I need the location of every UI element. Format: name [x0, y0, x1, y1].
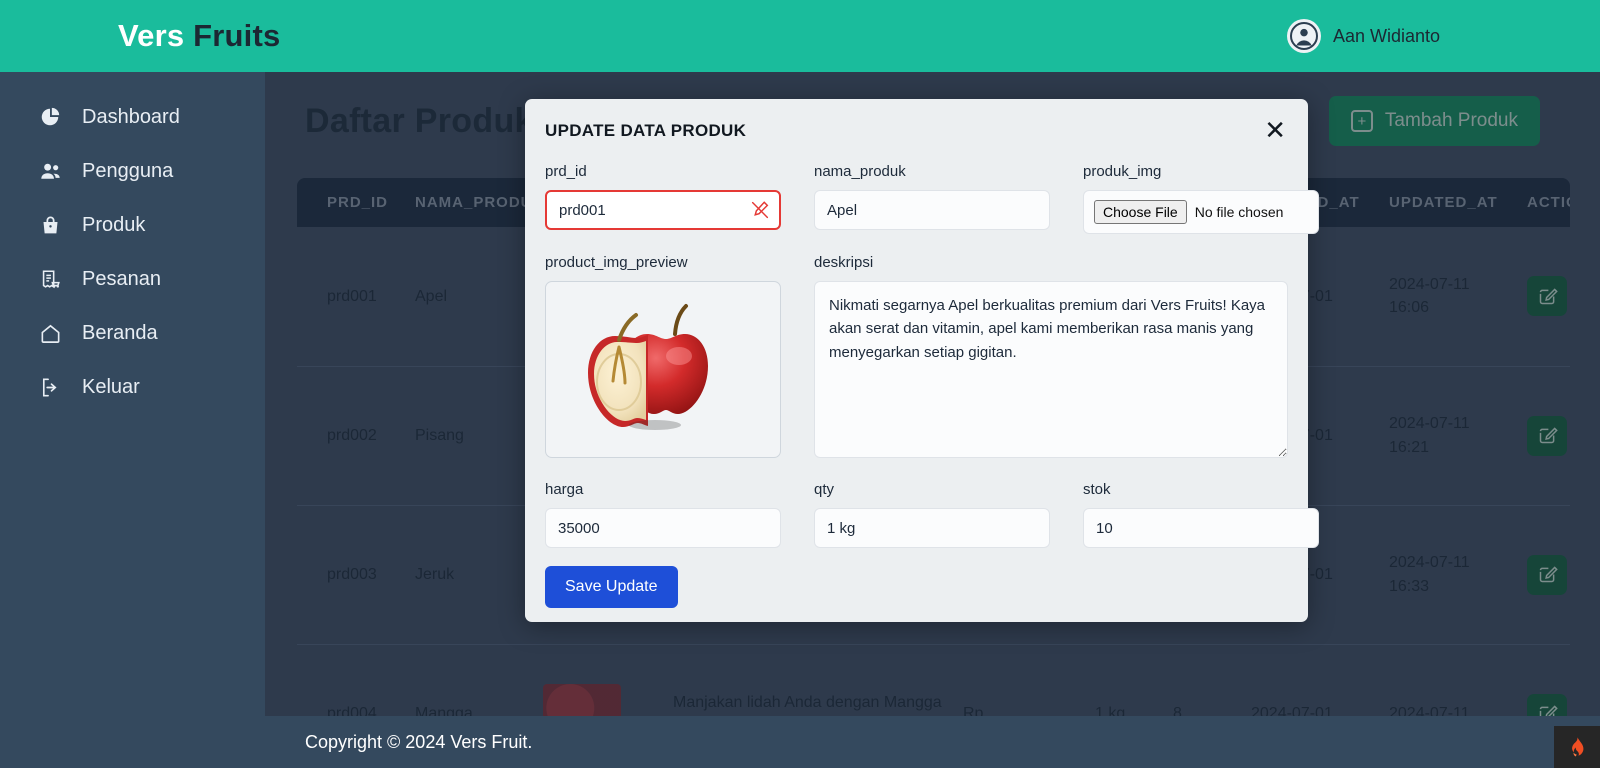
sidebar-item-pesanan[interactable]: Pesanan — [0, 252, 265, 306]
update-product-modal: UPDATE DATA PRODUK ✕ prd_id nama_produk — [525, 99, 1319, 622]
sidebar-item-pengguna[interactable]: Pengguna — [0, 144, 265, 198]
flame-icon[interactable] — [1554, 726, 1600, 768]
receipt-cart-icon — [38, 267, 62, 291]
page-footer: Copyright © 2024 Vers Fruit. — [265, 716, 1600, 768]
save-update-button[interactable]: Save Update — [545, 566, 678, 608]
user-circle-icon — [1286, 19, 1321, 53]
qty-input[interactable] — [814, 508, 1050, 548]
field-qty: qty — [814, 481, 1050, 548]
sidebar-item-label: Pesanan — [82, 267, 161, 290]
brand-logo: Vers Fruits — [118, 18, 280, 54]
choose-file-button[interactable]: Choose File — [1094, 200, 1187, 224]
field-stok: stok — [1083, 481, 1319, 548]
modal-title: UPDATE DATA PRODUK — [545, 121, 747, 140]
deskripsi-textarea[interactable]: Nikmati segarnya Apel berkualitas premiu… — [814, 281, 1288, 458]
prd-id-label: prd_id — [545, 163, 587, 180]
app-root: Vers Fruits Aan Widianto Dashboard Pengg… — [0, 0, 1600, 768]
stok-input[interactable] — [1083, 508, 1319, 548]
user-menu[interactable]: Aan Widianto — [1286, 0, 1440, 72]
field-image-preview: product_img_preview — [545, 254, 781, 463]
file-input-box[interactable]: Choose File No file chosen — [1083, 190, 1319, 234]
sidebar-item-label: Beranda — [82, 321, 158, 344]
users-icon — [38, 159, 62, 183]
stok-label: stok — [1083, 481, 1111, 498]
sidebar-item-label: Produk — [82, 213, 146, 236]
harga-input[interactable] — [545, 508, 781, 548]
preview-label: product_img_preview — [545, 254, 688, 271]
sidebar-item-dashboard[interactable]: Dashboard — [0, 90, 265, 144]
sidebar-item-label: Pengguna — [82, 159, 174, 182]
sidebar-item-beranda[interactable]: Beranda — [0, 306, 265, 360]
no-file-chosen-label: No file chosen — [1194, 204, 1284, 220]
deskripsi-label: deskripsi — [814, 254, 874, 271]
apple-product-image — [545, 281, 781, 458]
sidebar-nav: Dashboard Pengguna Produk Pesanan Berand… — [0, 72, 265, 768]
produk-img-label: produk_img — [1083, 163, 1162, 180]
pie-chart-icon — [38, 105, 62, 129]
nama-produk-label: nama_produk — [814, 163, 906, 180]
modal-row-2: product_img_preview deskripsi Nikmati se… — [545, 254, 1288, 463]
qty-label: qty — [814, 481, 835, 498]
user-name-label: Aan Widianto — [1332, 25, 1440, 46]
copyright-text: Copyright © 2024 Vers Fruit. — [305, 731, 533, 752]
shopping-bag-icon — [38, 213, 62, 237]
sidebar-item-keluar[interactable]: Keluar — [0, 360, 265, 414]
modal-row-3: harga qty stok — [545, 481, 1319, 548]
field-deskripsi: deskripsi Nikmati segarnya Apel berkuali… — [814, 254, 1288, 463]
modal-header: UPDATE DATA PRODUK ✕ — [545, 117, 1288, 143]
sidebar-item-label: Keluar — [82, 375, 140, 398]
harga-label: harga — [545, 481, 584, 498]
field-harga: harga — [545, 481, 781, 548]
field-produk-img: produk_img Choose File No file chosen — [1083, 163, 1319, 234]
pen-slash-readonly-icon — [749, 199, 771, 221]
field-nama-produk: nama_produk — [814, 163, 1050, 234]
brand-second-word: Fruits — [193, 18, 281, 53]
nama-produk-input[interactable] — [814, 190, 1050, 230]
modal-row-1: prd_id nama_produk produk_img — [545, 163, 1319, 234]
sidebar-item-produk[interactable]: Produk — [0, 198, 265, 252]
field-prd-id: prd_id — [545, 163, 781, 234]
brand-first-word: Vers — [118, 18, 185, 53]
logout-icon — [38, 375, 62, 399]
top-header-bar: Vers Fruits Aan Widianto — [0, 0, 1600, 72]
prd-id-input-wrap — [545, 190, 781, 230]
sidebar-item-label: Dashboard — [82, 105, 180, 128]
prd-id-input[interactable] — [545, 190, 781, 230]
close-icon[interactable]: ✕ — [1262, 117, 1288, 143]
home-icon — [38, 321, 62, 345]
